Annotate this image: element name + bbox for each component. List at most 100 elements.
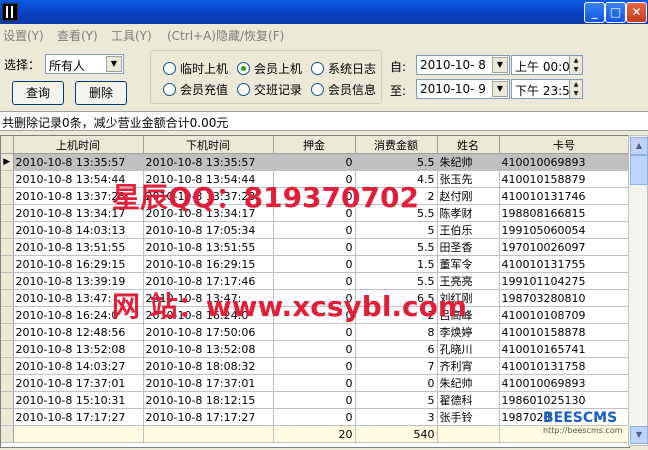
- table-row[interactable]: 2010-10-8 17:37:01 2010-10-8 17:37:01 0 0 朱纪…: [1, 374, 629, 392]
- table-cell[interactable]: 6: [355, 340, 438, 358]
- table-cell[interactable]: 2010-10-8 13:35:57: [13, 153, 144, 171]
- col-header-card[interactable]: 卡号: [499, 136, 629, 154]
- table-row[interactable]: 2010-10-8 14:03:27 2010-10-8 18:08:32 0 7 齐利…: [1, 357, 629, 375]
- table-cell[interactable]: 410010158879: [499, 170, 629, 188]
- table-cell[interactable]: 5.5: [355, 153, 438, 171]
- table-cell[interactable]: 197010026097: [499, 238, 629, 256]
- menu-settings[interactable]: 设置(Y): [3, 27, 44, 44]
- table-cell[interactable]: 410010131755: [499, 255, 629, 273]
- table-cell[interactable]: 0: [273, 391, 356, 409]
- table-cell[interactable]: 2010-10-8 13:35:57: [143, 153, 274, 171]
- row-indicator[interactable]: [1, 170, 14, 188]
- table-cell[interactable]: 0: [273, 153, 356, 171]
- table-cell[interactable]: 0: [273, 255, 356, 273]
- table-row[interactable]: 2010-10-8 12:48:56 2010-10-8 17:50:06 0 8 李焕…: [1, 323, 629, 341]
- table-cell[interactable]: 2010-10-8 12:48:56: [13, 323, 144, 341]
- col-header-logout-time[interactable]: 下机时间: [143, 136, 274, 154]
- table-cell[interactable]: 1.5: [355, 255, 438, 273]
- spinner-arrows-icon[interactable]: ▲ ▼: [569, 56, 582, 74]
- col-header-name[interactable]: 姓名: [437, 136, 500, 154]
- row-indicator[interactable]: [1, 340, 14, 358]
- table-cell[interactable]: 朱纪帅: [437, 374, 500, 392]
- table-cell[interactable]: 5.5: [355, 238, 438, 256]
- table-cell[interactable]: 198601025130: [499, 391, 629, 409]
- table-cell[interactable]: 2010-10-8 18:08:32: [143, 357, 274, 375]
- query-button[interactable]: 查询: [12, 81, 64, 105]
- radio-member-info[interactable]: 会员信息: [311, 81, 376, 98]
- table-row[interactable]: 2010-10-8 17:17:27 2010-10-8 17:17:27 0 3 张手…: [1, 408, 629, 426]
- table-cell[interactable]: 2010-10-8 16:29:15: [13, 255, 144, 273]
- table-cell[interactable]: 孔晓川: [437, 340, 500, 358]
- table-cell[interactable]: 0: [273, 323, 356, 341]
- row-indicator[interactable]: [1, 323, 14, 341]
- table-cell[interactable]: 410010158878: [499, 323, 629, 341]
- table-cell[interactable]: 2010-10-8 13:51:55: [13, 238, 144, 256]
- col-header-amount[interactable]: 消费金额: [355, 136, 438, 154]
- table-cell[interactable]: 2010-10-8 17:37:01: [143, 374, 274, 392]
- menu-hide-restore[interactable]: (Ctrl+A)隐藏/恢复(F): [167, 27, 284, 44]
- table-cell[interactable]: 0: [273, 357, 356, 375]
- table-cell[interactable]: 李焕婷: [437, 323, 500, 341]
- table-cell[interactable]: 赵付刚: [437, 187, 500, 205]
- table-cell[interactable]: 0: [273, 238, 356, 256]
- table-cell[interactable]: 0: [273, 221, 356, 239]
- minimize-button[interactable]: _: [584, 2, 605, 23]
- chevron-down-icon[interactable]: ▼: [106, 56, 122, 72]
- chevron-down-icon[interactable]: ▼: [492, 57, 508, 73]
- scroll-thumb[interactable]: [630, 155, 648, 185]
- table-cell[interactable]: 2010-10-8 13:52:08: [143, 340, 274, 358]
- col-header-deposit[interactable]: 押金: [273, 136, 356, 154]
- delete-button[interactable]: 删除: [75, 81, 127, 105]
- scroll-up-icon[interactable]: ▲: [630, 137, 648, 155]
- table-cell[interactable]: 3: [355, 408, 438, 426]
- radio-member-recharge[interactable]: 会员充值: [163, 81, 228, 98]
- table-cell[interactable]: 0: [273, 374, 356, 392]
- row-indicator[interactable]: [1, 221, 14, 239]
- table-cell[interactable]: 田圣香: [437, 238, 500, 256]
- row-indicator[interactable]: [1, 306, 14, 324]
- row-indicator[interactable]: [1, 187, 14, 205]
- table-row[interactable]: 2010-10-8 15:10:31 2010-10-8 18:12:15 0 5 翟德…: [1, 391, 629, 409]
- row-indicator[interactable]: [1, 374, 14, 392]
- table-cell[interactable]: 5: [355, 391, 438, 409]
- row-indicator[interactable]: [1, 255, 14, 273]
- table-cell[interactable]: 张玉先: [437, 170, 500, 188]
- table-cell[interactable]: 朱纪帅: [437, 153, 500, 171]
- row-indicator[interactable]: [1, 204, 14, 222]
- radio-temp-login[interactable]: 临时上机: [163, 60, 228, 77]
- table-cell[interactable]: 2010-10-8 18:12:15: [143, 391, 274, 409]
- row-indicator[interactable]: [1, 272, 14, 290]
- table-cell[interactable]: 董军令: [437, 255, 500, 273]
- table-row[interactable]: 2010-10-8 14:03:13 2010-10-8 17:05:34 0 5 王伯…: [1, 221, 629, 239]
- table-cell[interactable]: 8: [355, 323, 438, 341]
- row-indicator[interactable]: [1, 238, 14, 256]
- table-cell[interactable]: 410010069893: [499, 374, 629, 392]
- to-time-spinner[interactable]: 下午 23:5 ▲ ▼: [511, 79, 583, 99]
- table-cell[interactable]: 410010165741: [499, 340, 629, 358]
- table-cell[interactable]: 410010108709: [499, 306, 629, 324]
- table-cell[interactable]: 2010-10-8 14:03:13: [13, 221, 144, 239]
- table-cell[interactable]: 410010131746: [499, 187, 629, 205]
- to-date-picker[interactable]: 2010-10- 9 ▼: [416, 79, 510, 99]
- maximize-button[interactable]: □: [605, 2, 626, 23]
- table-cell[interactable]: 7: [355, 357, 438, 375]
- current-row-arrow-icon[interactable]: ▶: [1, 153, 14, 171]
- table-cell[interactable]: 2010-10-8 17:50:06: [143, 323, 274, 341]
- table-cell[interactable]: 翟德科: [437, 391, 500, 409]
- radio-shift-record[interactable]: 交班记录: [237, 81, 302, 98]
- table-cell[interactable]: 0: [355, 374, 438, 392]
- close-button[interactable]: ✕: [626, 2, 647, 23]
- table-cell[interactable]: 2010-10-8 17:05:34: [143, 221, 274, 239]
- table-cell[interactable]: 2010-10-8 14:03:27: [13, 357, 144, 375]
- row-indicator[interactable]: [1, 289, 14, 307]
- table-cell[interactable]: 2010-10-8 17:17:27: [143, 408, 274, 426]
- table-cell[interactable]: 2010-10-8 13:52:08: [13, 340, 144, 358]
- table-cell[interactable]: 2010-10-8 16:29:15: [143, 255, 274, 273]
- table-row[interactable]: 2010-10-8 13:51:55 2010-10-8 13:51:55 0 5.5…: [1, 238, 629, 256]
- table-cell[interactable]: 陈孝财: [437, 204, 500, 222]
- radio-system-log[interactable]: 系统日志: [311, 60, 376, 77]
- table-cell[interactable]: 2010-10-8 17:17:27: [13, 408, 144, 426]
- table-cell[interactable]: 410010131758: [499, 357, 629, 375]
- col-header-login-time[interactable]: 上机时间: [13, 136, 144, 154]
- table-cell[interactable]: 王伯乐: [437, 221, 500, 239]
